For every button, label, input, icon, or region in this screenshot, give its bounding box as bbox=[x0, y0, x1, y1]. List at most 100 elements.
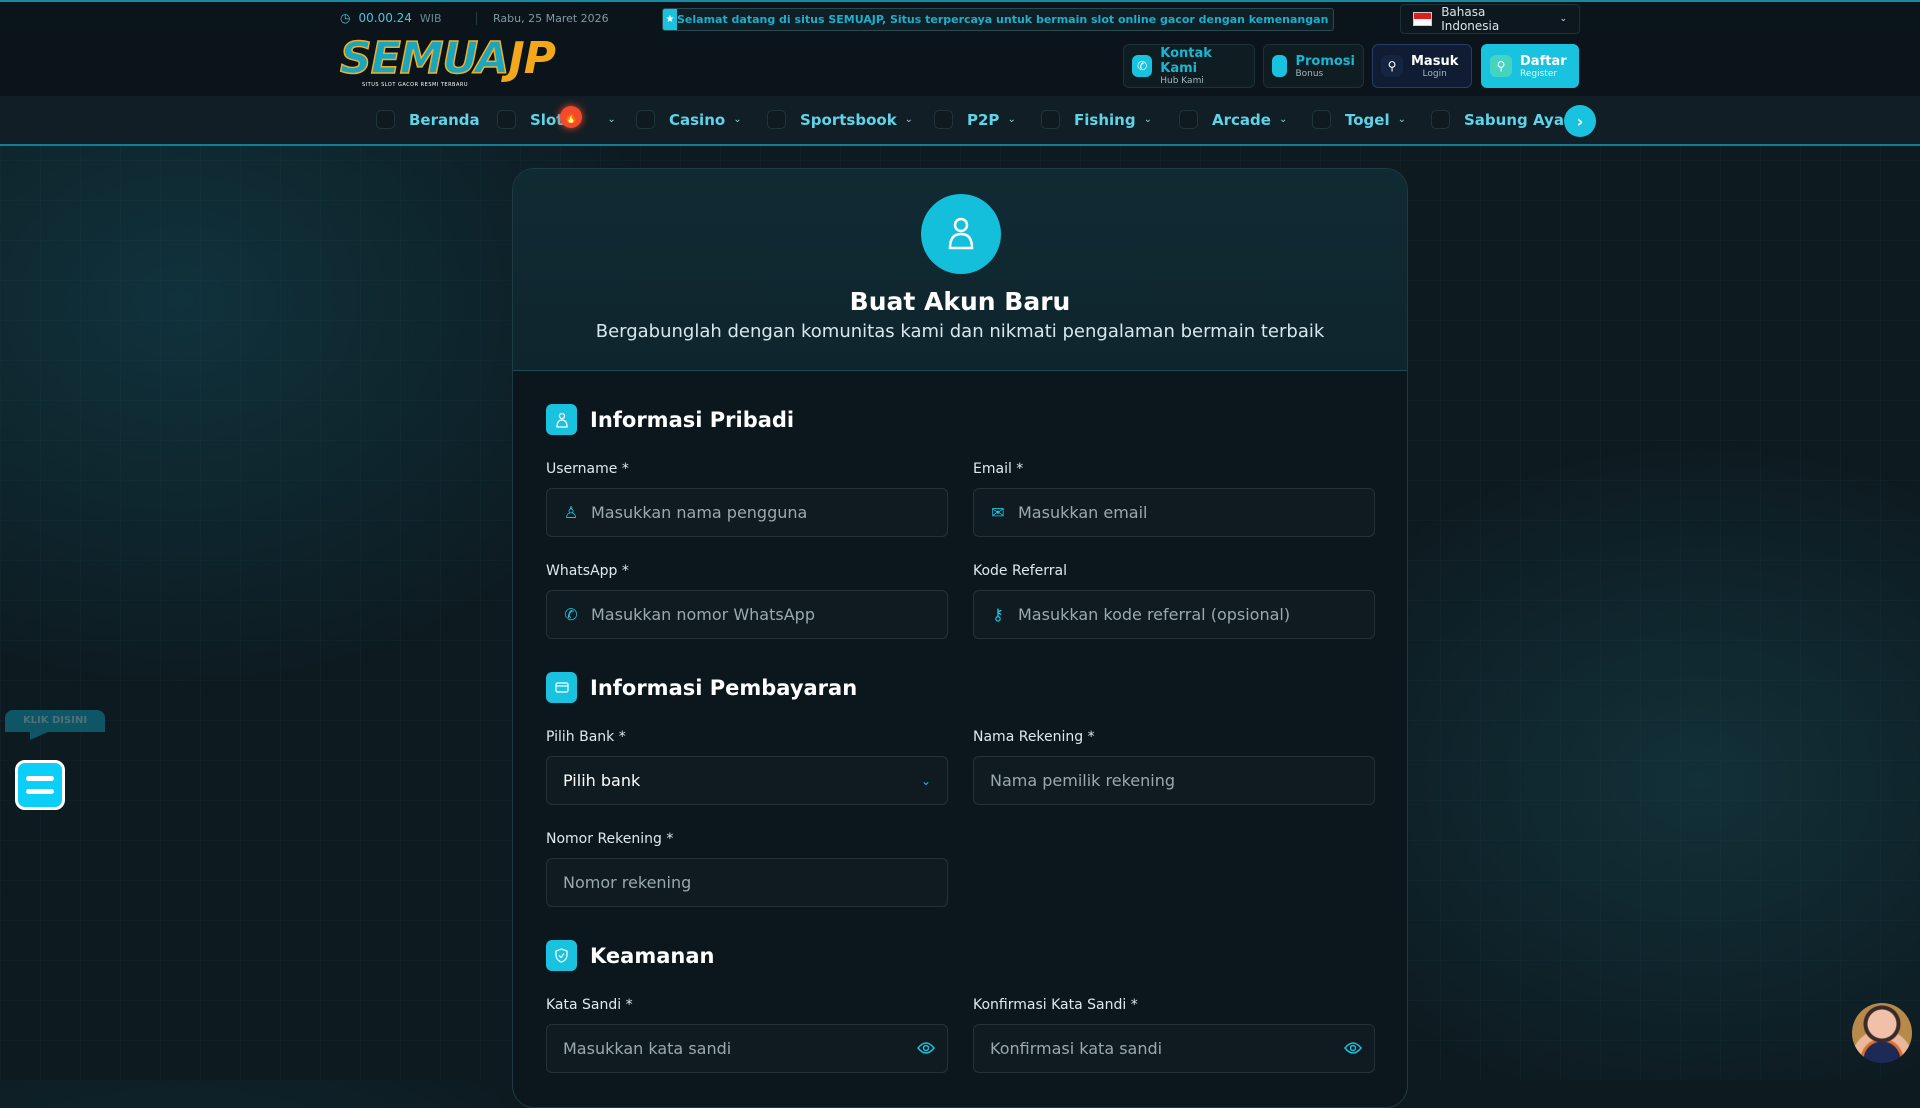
logo[interactable]: SEMUAJP SITUS SLOT GACOR RESMI TERBARU bbox=[339, 33, 565, 94]
nav-togel[interactable]: Togel ⌄ bbox=[1312, 110, 1406, 129]
chevron-down-icon: ⌄ bbox=[607, 114, 616, 125]
nav-label: Togel bbox=[1345, 110, 1390, 129]
card-header: Buat Akun Baru Bergabunglah dengan komun… bbox=[513, 169, 1407, 371]
promo-sub: Bonus bbox=[1295, 68, 1324, 79]
nav-beranda[interactable]: Beranda bbox=[376, 110, 480, 129]
nav-sabung-ayam[interactable]: Sabung Ayam bbox=[1431, 110, 1580, 129]
logo-main: SEMUA bbox=[339, 33, 510, 84]
account-name-input[interactable]: Nama pemilik rekening bbox=[973, 756, 1375, 805]
hot-fire-icon: 🔥 bbox=[560, 106, 582, 128]
section-payment: Informasi Pembayaran bbox=[546, 672, 857, 703]
account-number-placeholder: Nomor rekening bbox=[563, 873, 692, 892]
whatsapp-placeholder: Masukkan nomor WhatsApp bbox=[591, 605, 815, 624]
key-icon: ⚷ bbox=[992, 605, 1004, 624]
shield-icon bbox=[546, 940, 577, 971]
account-number-input[interactable]: Nomor rekening bbox=[546, 858, 948, 907]
bank-select[interactable]: Pilih bank ⌄ bbox=[546, 756, 948, 805]
register-label: Daftar bbox=[1520, 53, 1567, 69]
nav-sportsbook[interactable]: Sportsbook ⌄ bbox=[767, 110, 913, 129]
user-icon: ⚲ bbox=[1381, 55, 1403, 77]
user-icon: ♙ bbox=[563, 503, 579, 522]
section-title: Keamanan bbox=[590, 943, 715, 968]
nav-label: P2P bbox=[967, 110, 1000, 129]
nav-label: Fishing bbox=[1074, 110, 1136, 129]
page-subtitle: Bergabunglah dengan komunitas kami dan n… bbox=[595, 321, 1325, 342]
mail-icon: ✉ bbox=[991, 503, 1005, 522]
chevron-down-icon: ⌄ bbox=[1278, 114, 1288, 125]
contact-sub: Hub Kami bbox=[1160, 76, 1204, 86]
date: Rabu, 25 Maret 2026 bbox=[476, 12, 609, 25]
logo-accent: JP bbox=[508, 33, 556, 84]
nav-label: Sabung Ayam bbox=[1464, 110, 1580, 129]
star-icon: ★ bbox=[663, 9, 677, 30]
referral-placeholder: Masukkan kode referral (opsional) bbox=[1018, 605, 1291, 624]
contact-label: Kontak Kami bbox=[1160, 46, 1212, 76]
user-icon bbox=[546, 404, 577, 435]
chevron-down-icon: ⌄ bbox=[1143, 114, 1152, 125]
chevron-right-icon: › bbox=[1576, 111, 1584, 131]
username-placeholder: Masukkan nama pengguna bbox=[591, 503, 808, 522]
nav-casino[interactable]: Casino ⌄ bbox=[636, 110, 742, 129]
click-here-bubble[interactable]: KLIK DISINI bbox=[5, 710, 105, 740]
chevron-down-icon: ⌄ bbox=[904, 114, 914, 125]
confirm-password-label: Konfirmasi Kata Sandi * bbox=[973, 997, 1138, 1013]
email-placeholder: Masukkan email bbox=[1018, 503, 1148, 522]
clock: ◷ 00.00.24 WIB bbox=[340, 11, 442, 25]
marquee-text: Selamat datang di situs SEMUAJP, Situs t… bbox=[677, 13, 1334, 26]
account-name-label: Nama Rekening * bbox=[973, 729, 1095, 745]
chevron-down-icon: ⌄ bbox=[1397, 114, 1406, 125]
main-nav: Beranda Slot ⌄ 🔥 Casino ⌄ Sportsbook ⌄ P2P ⌄… bbox=[0, 96, 1920, 146]
nav-p2p[interactable]: P2P ⌄ bbox=[934, 110, 1016, 129]
username-label: Username * bbox=[546, 461, 629, 477]
email-label: Email * bbox=[973, 461, 1024, 477]
credit-card-icon bbox=[546, 672, 577, 703]
phone-icon: ✆ bbox=[564, 605, 578, 624]
chevron-down-icon: ⌄ bbox=[1559, 14, 1567, 24]
email-input[interactable]: ✉ Masukkan email bbox=[973, 488, 1375, 537]
chevron-down-icon: ⌄ bbox=[733, 114, 742, 125]
floating-menu-button[interactable] bbox=[15, 760, 65, 810]
user-avatar-icon bbox=[921, 194, 1001, 274]
nav-slot[interactable]: Slot ⌄ bbox=[497, 110, 616, 129]
nav-label: Casino bbox=[669, 110, 726, 129]
referral-label: Kode Referral bbox=[973, 563, 1067, 579]
eye-icon[interactable] bbox=[917, 1040, 935, 1059]
nav-arcade[interactable]: Arcade ⌄ bbox=[1179, 110, 1287, 129]
login-label: Masuk bbox=[1411, 53, 1459, 69]
account-number-label: Nomor Rekening * bbox=[546, 831, 674, 847]
live-chat-avatar[interactable] bbox=[1852, 1003, 1912, 1063]
whatsapp-label: WhatsApp * bbox=[546, 563, 629, 579]
register-button[interactable]: ⚲ Daftar Register bbox=[1481, 44, 1579, 88]
nav-label: Beranda bbox=[409, 110, 480, 129]
language-selector[interactable]: Bahasa Indonesia ⌄ bbox=[1400, 4, 1580, 34]
password-input[interactable]: Masukkan kata sandi bbox=[546, 1024, 948, 1073]
user-plus-icon: ⚲ bbox=[1490, 55, 1512, 77]
contact-button[interactable]: ✆ Kontak Kami Hub Kami bbox=[1123, 44, 1255, 88]
username-input[interactable]: ♙ Masukkan nama pengguna bbox=[546, 488, 948, 537]
password-label: Kata Sandi * bbox=[546, 997, 633, 1013]
eye-icon[interactable] bbox=[1344, 1040, 1362, 1059]
page-title: Buat Akun Baru bbox=[849, 287, 1071, 316]
nav-fishing[interactable]: Fishing ⌄ bbox=[1041, 110, 1152, 129]
account-name-placeholder: Nama pemilik rekening bbox=[990, 771, 1176, 790]
phone-icon: ✆ bbox=[1132, 55, 1153, 77]
nav-next-button[interactable]: › bbox=[1564, 105, 1596, 137]
nav-label: Sportsbook bbox=[800, 110, 897, 129]
clock-time: 00.00.24 bbox=[358, 11, 412, 25]
promo-label: Promosi bbox=[1295, 53, 1355, 69]
confirm-password-input[interactable]: Konfirmasi kata sandi bbox=[973, 1024, 1375, 1073]
clock-icon: ◷ bbox=[340, 11, 351, 25]
menu-icon bbox=[26, 789, 54, 794]
confirm-password-placeholder: Konfirmasi kata sandi bbox=[990, 1039, 1163, 1058]
timezone: WIB bbox=[419, 11, 442, 25]
promo-button[interactable]: Promosi Bonus bbox=[1263, 44, 1364, 88]
referral-input[interactable]: ⚷ Masukkan kode referral (opsional) bbox=[973, 590, 1375, 639]
top-header: ◷ 00.00.24 WIB Rabu, 25 Maret 2026 ★ Selama… bbox=[0, 0, 1920, 96]
section-personal: Informasi Pribadi bbox=[546, 404, 794, 435]
login-button[interactable]: ⚲ Masuk Login bbox=[1372, 44, 1472, 88]
section-title: Informasi Pembayaran bbox=[590, 675, 858, 700]
section-security: Keamanan bbox=[546, 940, 714, 971]
whatsapp-input[interactable]: ✆ Masukkan nomor WhatsApp bbox=[546, 590, 948, 639]
nav-label: Arcade bbox=[1212, 110, 1271, 129]
login-sub: Login bbox=[1422, 68, 1447, 79]
